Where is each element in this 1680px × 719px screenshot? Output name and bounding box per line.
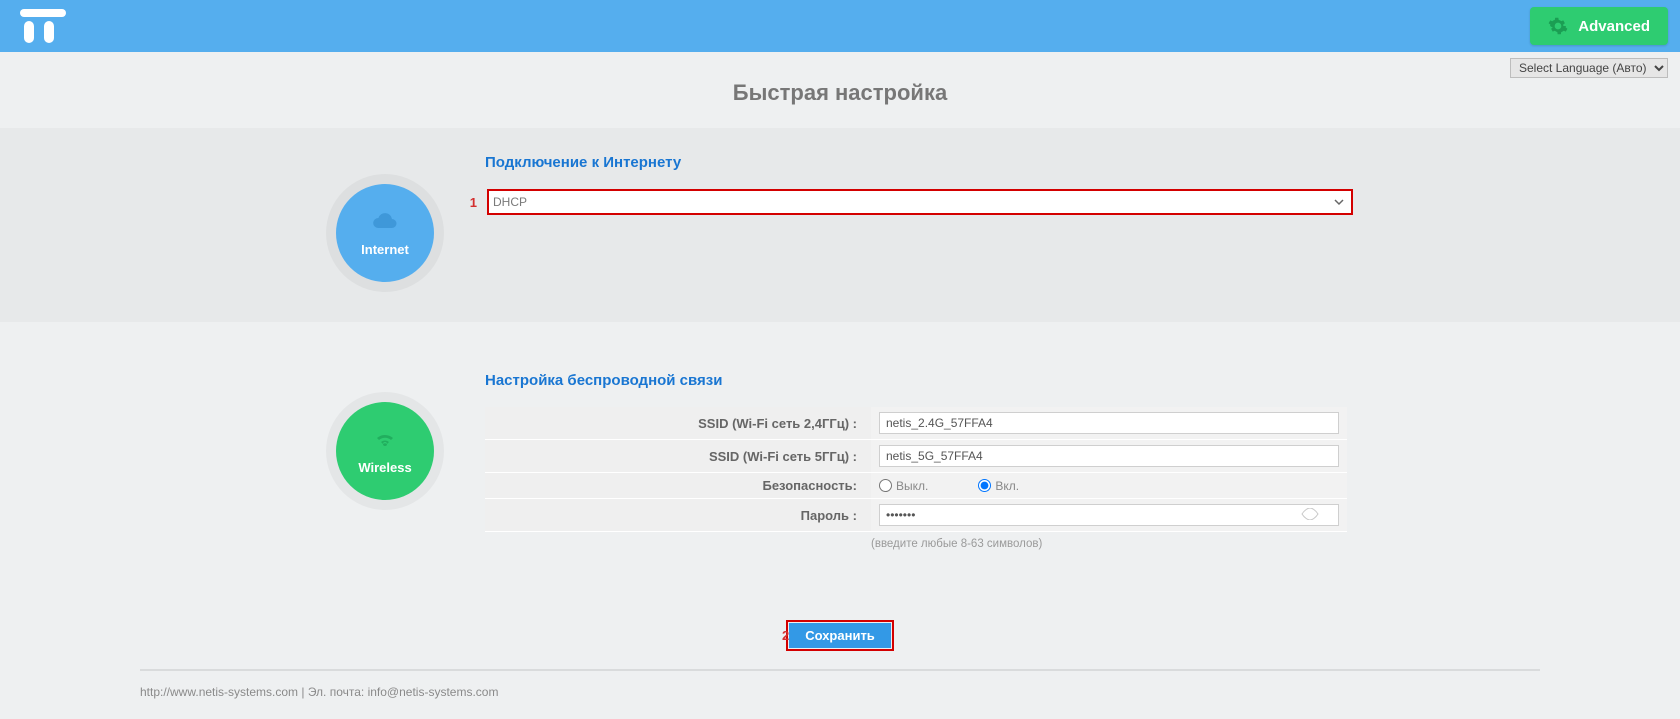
security-label: Безопасность: [485, 473, 871, 499]
internet-step-circle: Internet [336, 184, 434, 282]
page-title: Быстрая настройка [0, 80, 1680, 106]
annotation-1: 1 [465, 195, 477, 210]
wireless-section: Wireless Настройка беспроводной связи SS… [285, 322, 1395, 590]
language-select[interactable]: Select Language (Авто) [1510, 58, 1668, 78]
netis-logo-icon [20, 9, 66, 43]
internet-section-title: Подключение к Интернету [485, 154, 1395, 171]
cloud-icon [372, 210, 398, 236]
eye-icon[interactable] [1301, 507, 1319, 523]
footer-text: http://www.netis-systems.com | Эл. почта… [140, 685, 1540, 699]
save-button[interactable]: Сохранить [789, 623, 891, 648]
wireless-section-title: Настройка беспроводной связи [485, 372, 1395, 389]
wireless-settings-table: SSID (Wi-Fi сеть 2,4ГГц) : SSID (Wi-Fi с… [485, 407, 1347, 532]
security-off-option[interactable]: Выкл. [879, 479, 928, 493]
save-row: 2 Сохранить [285, 620, 1395, 651]
footer-divider [140, 669, 1540, 671]
top-bar: Advanced [0, 0, 1680, 52]
security-off-label: Выкл. [896, 479, 928, 493]
gear-icon [1548, 16, 1568, 36]
wan-type-select[interactable]: DHCP [489, 191, 1351, 213]
wireless-step-circle: Wireless [336, 402, 434, 500]
password-input[interactable] [879, 504, 1339, 526]
security-on-radio[interactable] [978, 479, 991, 492]
advanced-button[interactable]: Advanced [1530, 7, 1668, 45]
security-off-radio[interactable] [879, 479, 892, 492]
ssid-5-input[interactable] [879, 445, 1339, 467]
security-on-option[interactable]: Вкл. [978, 479, 1019, 493]
wan-type-highlight: DHCP [487, 189, 1353, 215]
wifi-icon [373, 428, 397, 454]
security-on-label: Вкл. [995, 479, 1019, 493]
password-hint: (введите любые 8-63 символов) [871, 538, 1395, 550]
ssid-24-input[interactable] [879, 412, 1339, 434]
password-label: Пароль : [485, 499, 871, 532]
wireless-circle-label: Wireless [358, 460, 411, 475]
internet-circle-label: Internet [361, 242, 409, 257]
advanced-label: Advanced [1578, 18, 1650, 35]
ssid-24-label: SSID (Wi-Fi сеть 2,4ГГц) : [485, 407, 871, 440]
annotation-2: 2 [782, 628, 789, 643]
internet-section: Internet Подключение к Интернету 1 DHCP [285, 128, 1395, 322]
ssid-5-label: SSID (Wi-Fi сеть 5ГГц) : [485, 440, 871, 473]
save-button-highlight: Сохранить [786, 620, 894, 651]
language-bar: Select Language (Авто) [0, 52, 1680, 78]
logo [20, 9, 66, 43]
